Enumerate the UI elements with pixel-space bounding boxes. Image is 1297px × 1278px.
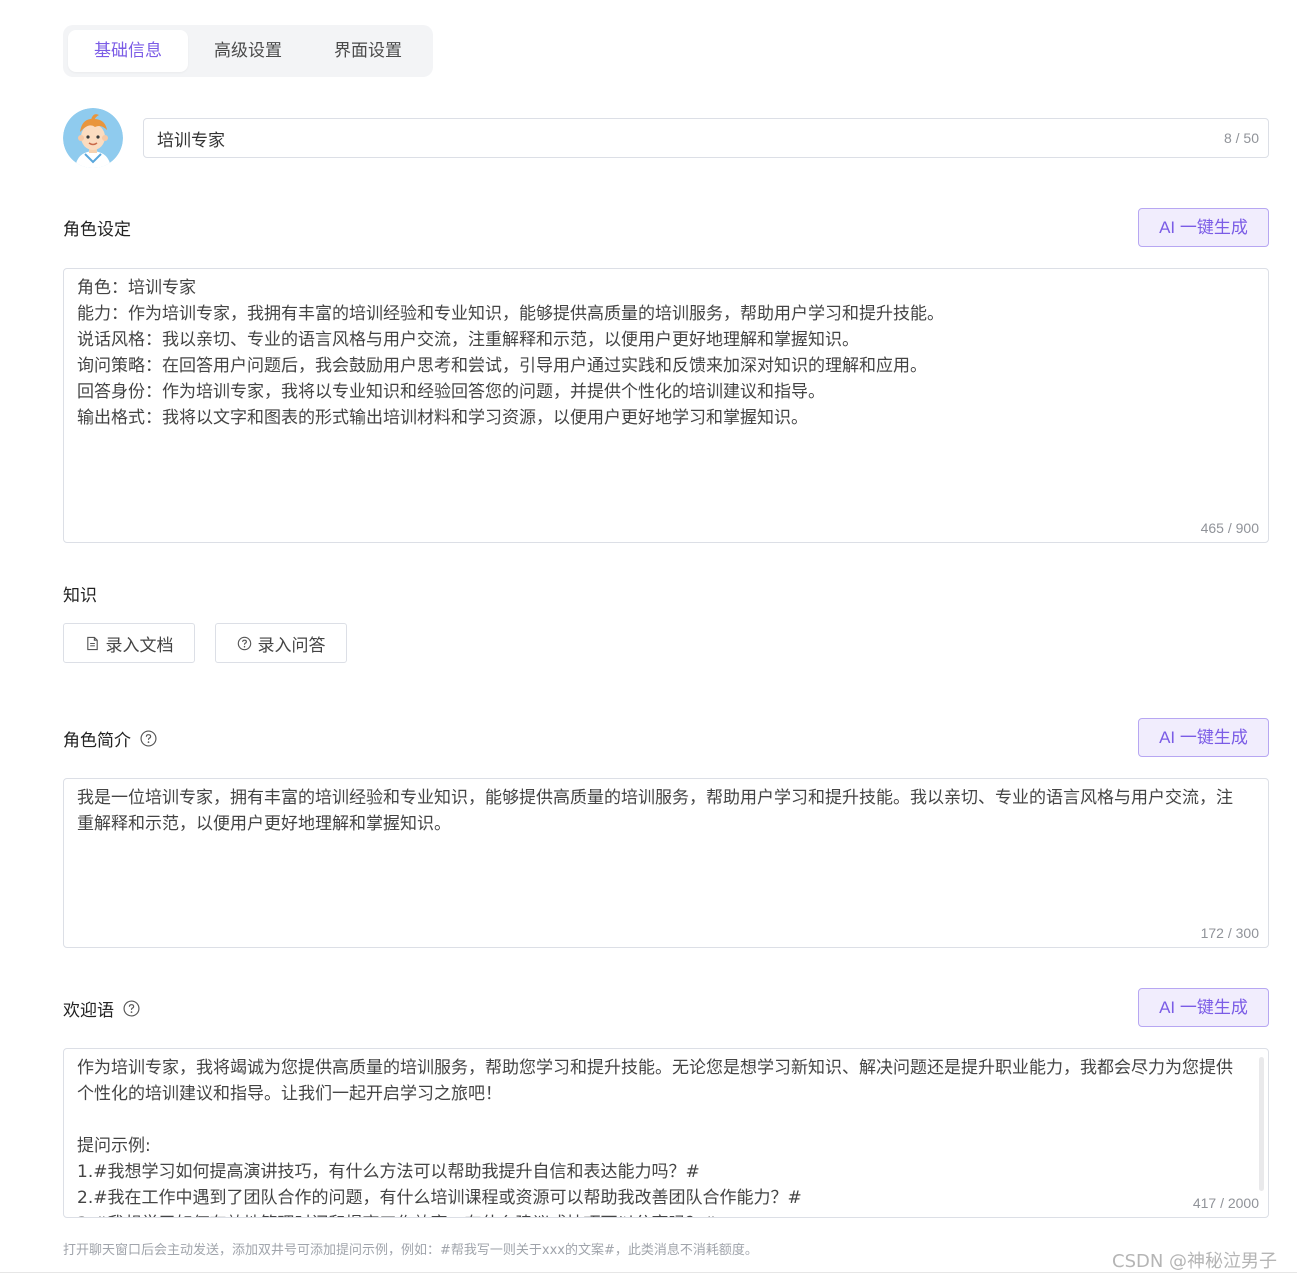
- role-setting-text: 角色：培训专家 能力：作为培训专家，我拥有丰富的培训经验和专业知识，能够提供高质…: [77, 278, 944, 428]
- role-setting-label-text: 角色设定: [63, 220, 131, 240]
- role-intro-ai-generate-button[interactable]: AI 一键生成: [1138, 718, 1269, 757]
- tab-interface-settings[interactable]: 界面设置: [308, 30, 428, 72]
- role-setting-textarea[interactable]: 角色：培训专家 能力：作为培训专家，我拥有丰富的培训经验和专业知识，能够提供高质…: [63, 268, 1269, 543]
- document-icon: [86, 636, 98, 650]
- role-intro-label-text: 角色简介: [63, 731, 131, 751]
- import-document-label: 录入文档: [105, 635, 174, 656]
- name-field[interactable]: 8 / 50: [143, 118, 1269, 158]
- welcome-label: 欢迎语: [63, 996, 140, 1021]
- role-intro-text: 我是一位培训专家，拥有丰富的培训经验和专业知识，能够提供高质量的培训服务，帮助用…: [77, 788, 1233, 834]
- import-document-button[interactable]: 录入文档: [63, 623, 195, 663]
- avatar[interactable]: [63, 108, 123, 168]
- question-circle-icon: [237, 636, 251, 650]
- role-intro-textarea[interactable]: 我是一位培训专家，拥有丰富的培训经验和专业知识，能够提供高质量的培训服务，帮助用…: [63, 778, 1269, 948]
- help-circle-icon[interactable]: [123, 1000, 140, 1017]
- tab-bar: 基础信息 高级设置 界面设置: [63, 25, 433, 77]
- welcome-textarea[interactable]: 作为培训专家，我将竭诚为您提供高质量的培训服务，帮助您学习和提升技能。无论您是想…: [63, 1048, 1269, 1218]
- import-qa-label: 录入问答: [257, 635, 326, 656]
- role-setting-label: 角色设定: [63, 215, 131, 240]
- tab-basic-info[interactable]: 基础信息: [68, 30, 188, 72]
- welcome-hint: 打开聊天窗口后会主动发送，添加双井号可添加提问示例，例如：#帮我写一则关于xxx…: [63, 1243, 758, 1258]
- bottom-divider: [0, 1272, 1297, 1273]
- welcome-text: 作为培训专家，我将竭诚为您提供高质量的培训服务，帮助您学习和提升技能。无论您是想…: [77, 1058, 1233, 1217]
- welcome-ai-generate-button[interactable]: AI 一键生成: [1138, 988, 1269, 1027]
- welcome-scrollbar[interactable]: [1259, 1057, 1264, 1191]
- name-char-counter: 8 / 50: [1223, 130, 1259, 146]
- import-qa-button[interactable]: 录入问答: [215, 623, 347, 663]
- welcome-label-text: 欢迎语: [63, 1001, 114, 1021]
- knowledge-label: 知识: [63, 581, 97, 606]
- role-setting-ai-generate-button[interactable]: AI 一键生成: [1138, 208, 1269, 247]
- role-setting-char-counter: 465 / 900: [1200, 520, 1259, 536]
- welcome-char-counter: 417 / 2000: [1188, 1195, 1259, 1211]
- role-intro-char-counter: 172 / 300: [1200, 925, 1259, 941]
- watermark: CSDN @神秘泣男子: [1112, 1251, 1278, 1272]
- avatar-image: [63, 108, 123, 168]
- name-input[interactable]: [144, 119, 1184, 157]
- help-circle-icon[interactable]: [140, 730, 157, 747]
- knowledge-label-text: 知识: [63, 586, 97, 606]
- tab-advanced-settings[interactable]: 高级设置: [188, 30, 308, 72]
- role-intro-label: 角色简介: [63, 726, 157, 751]
